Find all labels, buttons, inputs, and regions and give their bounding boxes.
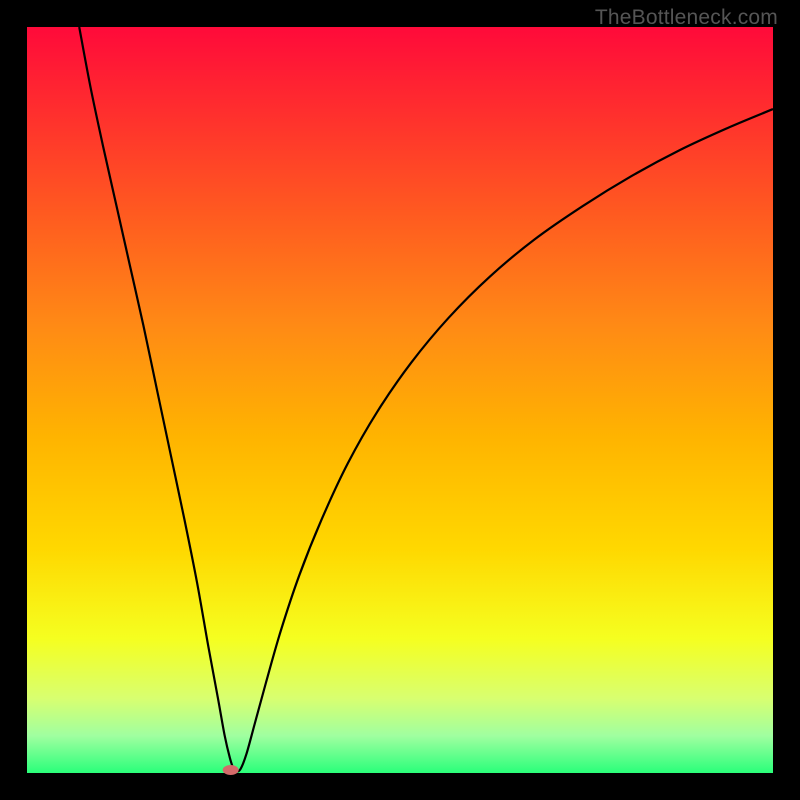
watermark-text: TheBottleneck.com (595, 6, 778, 30)
bottleneck-chart (0, 0, 800, 800)
chart-container: TheBottleneck.com (0, 0, 800, 800)
marker-dot (223, 765, 239, 775)
plot-background (27, 27, 773, 773)
